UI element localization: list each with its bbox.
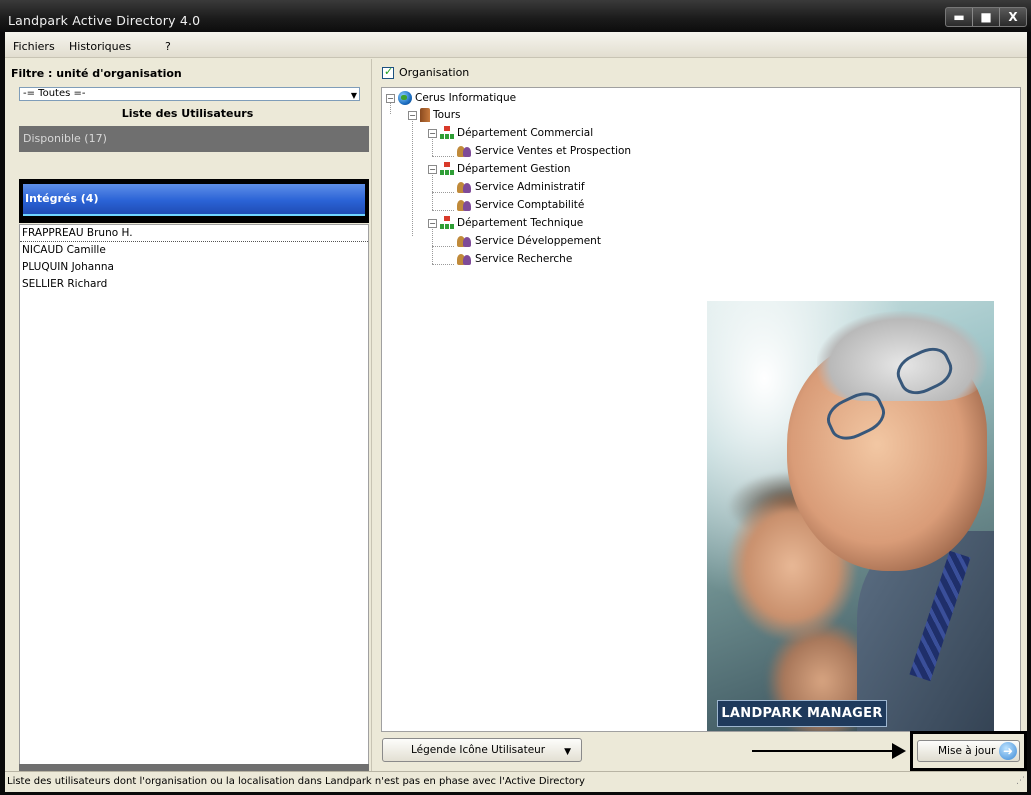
globe-icon — [398, 91, 412, 105]
users-group-icon — [456, 198, 472, 212]
group-available[interactable]: Disponible (17) — [19, 126, 369, 152]
tree-node-label: Service Recherche — [475, 253, 573, 265]
tree-connector — [432, 246, 454, 247]
tree-connector — [432, 210, 454, 211]
org-chart-icon — [440, 162, 454, 176]
menu-bar: Fichiers Historiques ? — [5, 32, 1027, 58]
close-button[interactable]: X — [1000, 8, 1026, 26]
list-item[interactable]: NICAUD Camille — [20, 242, 368, 259]
org-unit-filter-select[interactable]: -= Toutes =- ▼ — [19, 87, 360, 101]
list-item[interactable]: SELLIER Richard — [20, 276, 368, 293]
org-chart-icon — [440, 126, 454, 140]
users-pane: Filtre : unité d'organisation -= Toutes … — [5, 59, 370, 792]
tree-node-label: Service Administratif — [475, 181, 585, 193]
maximize-button[interactable]: ■ — [973, 8, 1000, 26]
tree-node-department[interactable]: − Département Technique — [428, 216, 583, 230]
update-button[interactable]: Mise à jour ➜ — [917, 740, 1020, 762]
tree-node-service[interactable]: Service Comptabilité — [456, 198, 584, 212]
update-button-highlight: Mise à jour ➜ — [910, 731, 1027, 771]
collapse-icon[interactable]: − — [408, 110, 417, 120]
users-group-icon — [456, 252, 472, 266]
tree-node-department[interactable]: − Département Commercial — [428, 126, 593, 140]
tree-connector — [432, 192, 454, 193]
tree-node-label: Service Développement — [475, 235, 601, 247]
org-unit-filter-value: -= Toutes =- — [23, 88, 86, 99]
users-list-title: Liste des Utilisateurs — [121, 107, 254, 120]
users-group-icon — [456, 180, 472, 194]
list-item[interactable]: FRAPPREAU Bruno H. — [20, 225, 368, 242]
tree-node-label: Service Comptabilité — [475, 199, 585, 211]
minimize-button[interactable]: ▬ — [946, 8, 973, 26]
org-chart-icon — [440, 216, 454, 230]
user-icon-legend-button[interactable]: Légende Icône Utilisateur ▼ — [382, 738, 582, 762]
tree-node-service[interactable]: Service Administratif — [456, 180, 585, 194]
window-controls: ▬ ■ X — [945, 7, 1027, 27]
menu-historiques[interactable]: Historiques — [69, 40, 131, 53]
title-bar: Landpark Active Directory 4.0 ▬ ■ X — [0, 0, 1031, 32]
organisation-tree: − Cerus Informatique − Tours − Départeme… — [381, 87, 1021, 732]
organisation-pane: Organisation − Cerus Informatique − Tour — [371, 59, 1027, 771]
tree-node-service[interactable]: Service Ventes et Prospection — [456, 144, 631, 158]
users-group-icon — [456, 144, 472, 158]
list-item[interactable]: PLUQUIN Johanna — [20, 259, 368, 276]
organisation-checkbox-label: Organisation — [399, 66, 470, 79]
organisation-checkbox[interactable] — [382, 65, 394, 79]
main-window: Fichiers Historiques ? Filtre : unité d'… — [5, 32, 1027, 792]
tree-node-label: Département Gestion — [457, 163, 571, 175]
tree-node-site[interactable]: − Tours — [408, 108, 461, 122]
tree-node-service[interactable]: Service Développement — [456, 234, 601, 248]
window-title: Landpark Active Directory 4.0 — [8, 13, 201, 28]
organisation-toggle[interactable]: Organisation — [382, 65, 470, 79]
collapse-icon[interactable]: − — [428, 164, 437, 174]
status-text: Liste des utilisateurs dont l'organisati… — [7, 776, 585, 787]
tree-node-label: Cerus Informatique — [415, 92, 517, 104]
legend-button-label: Légende Icône Utilisateur — [411, 744, 546, 756]
tree-node-label: Département Commercial — [457, 127, 594, 139]
group-integrated-label: Intégrés (4) — [25, 192, 99, 205]
building-icon — [420, 108, 430, 122]
users-group-icon — [456, 234, 472, 248]
chevron-down-icon[interactable]: ▼ — [351, 90, 357, 102]
filter-label: Filtre : unité d'organisation — [11, 67, 182, 80]
arrow-right-icon: ➜ — [999, 742, 1017, 760]
landpark-manager-banner: LANDPARK MANAGER — [717, 700, 887, 727]
status-bar: Liste des utilisateurs dont l'organisati… — [5, 771, 1027, 792]
annotation-arrow-head — [892, 743, 906, 759]
menu-help[interactable]: ? — [165, 40, 171, 53]
group-integrated[interactable]: Intégrés (4) — [19, 179, 369, 223]
tree-node-department[interactable]: − Département Gestion — [428, 162, 571, 176]
tree-node-label: Département Technique — [457, 217, 584, 229]
update-button-label: Mise à jour — [938, 745, 996, 757]
tree-connector — [432, 264, 454, 265]
tree-node-service[interactable]: Service Recherche — [456, 252, 572, 266]
collapse-icon[interactable]: − — [428, 128, 437, 138]
tree-node-root[interactable]: − Cerus Informatique — [386, 91, 516, 105]
tree-connector — [432, 172, 433, 210]
tree-connector — [432, 156, 454, 157]
user-list: FRAPPREAU Bruno H. NICAUD Camille PLUQUI… — [19, 224, 369, 770]
annotation-arrow-line — [752, 750, 897, 752]
tree-node-label: Service Ventes et Prospection — [475, 145, 632, 157]
chevron-down-icon: ▼ — [564, 747, 571, 757]
resize-grip-icon[interactable]: ⋰ — [1016, 772, 1025, 791]
group-integrated-bar: Intégrés (4) — [23, 184, 365, 216]
collapse-icon[interactable]: − — [386, 93, 395, 103]
tree-connector — [432, 226, 433, 264]
tree-connector — [412, 118, 413, 236]
collapse-icon[interactable]: − — [428, 218, 437, 228]
landpark-manager-photo: LANDPARK MANAGER — [707, 301, 994, 731]
menu-fichiers[interactable]: Fichiers — [13, 40, 55, 53]
tree-node-label: Tours — [433, 109, 461, 121]
